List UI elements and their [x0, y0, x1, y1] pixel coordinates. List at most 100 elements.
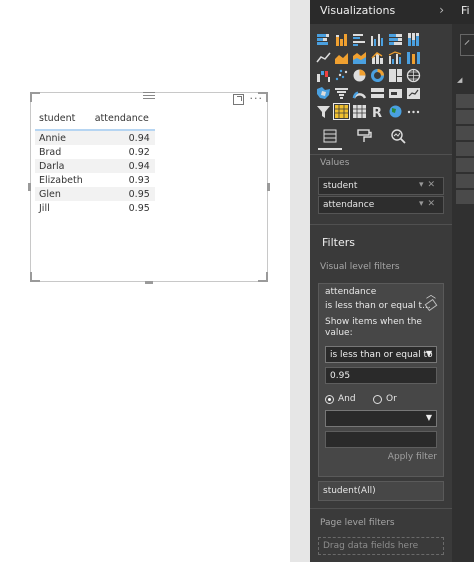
cell-attendance: 0.92: [88, 145, 155, 159]
column-header-student[interactable]: student: [35, 112, 89, 131]
donut-chart-icon[interactable]: [370, 68, 385, 83]
cell-student: Brad: [35, 145, 89, 159]
table-visual[interactable]: ··· student attendance Annie 0.94 Brad 0…: [28, 92, 270, 284]
attendance-filter-card[interactable]: attendance ︿ is less than or equal t... …: [318, 283, 444, 477]
field-chip-controls-icon[interactable]: ▾✕: [419, 199, 439, 209]
visualizations-pane: Visualizations › R Values student ▾✕ att…: [310, 0, 452, 562]
radio-selected-icon: [325, 394, 334, 404]
kpi-icon[interactable]: [406, 86, 421, 101]
table-row: Brad 0.92: [35, 145, 155, 159]
table-row: Darla 0.94: [35, 159, 155, 173]
card-icon[interactable]: [388, 86, 403, 101]
dropdown-arrow-icon: ▼: [425, 413, 432, 422]
drag-grip-icon[interactable]: [143, 92, 155, 99]
fields-tab-icon[interactable]: [318, 128, 342, 150]
table-row: Jill 0.95: [35, 201, 155, 215]
condition-value: 0.95: [330, 371, 351, 381]
or-radio[interactable]: Or: [373, 394, 397, 404]
treemap-icon[interactable]: [388, 68, 403, 83]
condition-operator-dropdown[interactable]: is less than or equal to ▼: [325, 346, 437, 363]
funnel-chart-icon[interactable]: [334, 86, 349, 101]
field-list-item[interactable]: [456, 190, 474, 204]
and-radio[interactable]: And: [325, 394, 356, 404]
pie-chart-icon[interactable]: [352, 68, 367, 83]
table-row: Glen 0.95: [35, 187, 155, 201]
clustered-column-chart-icon[interactable]: [370, 32, 385, 47]
cell-attendance: 0.94: [88, 159, 155, 173]
table-visual-icon[interactable]: [333, 103, 350, 120]
value-well-attendance[interactable]: attendance ▾✕: [318, 196, 444, 214]
filled-map-icon[interactable]: [316, 86, 331, 101]
gallery-row: R: [316, 103, 448, 121]
fields-pane-title: Fi: [461, 4, 470, 17]
fields-pane: Fi ◢: [452, 0, 474, 562]
gallery-row: [316, 68, 448, 83]
page-level-filters-label: Page level filters: [320, 518, 395, 528]
value-well-student[interactable]: student ▾✕: [318, 177, 444, 195]
resize-handle-top-left[interactable]: [30, 92, 40, 102]
area-chart-icon[interactable]: [334, 50, 349, 65]
cell-student: Annie: [35, 130, 89, 145]
hundred-percent-stacked-bar-icon[interactable]: [388, 32, 403, 47]
slicer-icon[interactable]: [316, 104, 331, 119]
multi-row-card-icon[interactable]: [370, 86, 385, 101]
column-header-attendance[interactable]: attendance: [88, 112, 155, 131]
r-script-visual-icon[interactable]: R: [370, 104, 385, 121]
focus-mode-icon[interactable]: [232, 94, 244, 105]
field-list-item[interactable]: [456, 158, 474, 172]
globe-icon[interactable]: [388, 104, 403, 119]
field-list-item[interactable]: [456, 142, 474, 156]
cell-attendance: 0.95: [88, 201, 155, 215]
resize-handle-bottom[interactable]: [145, 281, 153, 284]
line-chart-icon[interactable]: [316, 50, 331, 65]
field-chip-label: attendance: [323, 200, 375, 210]
field-list-item[interactable]: [456, 94, 474, 108]
hundred-percent-stacked-column-icon[interactable]: [406, 32, 421, 47]
more-visuals-icon[interactable]: [406, 104, 421, 119]
show-items-label-line2: value:: [325, 328, 353, 338]
field-list-item[interactable]: [456, 126, 474, 140]
resize-handle-bottom-right[interactable]: [258, 272, 268, 282]
line-and-clustered-column-icon[interactable]: [388, 50, 403, 65]
field-list-item[interactable]: [456, 110, 474, 124]
fields-search-icon[interactable]: [460, 34, 474, 56]
scatter-chart-icon[interactable]: [334, 68, 349, 83]
clustered-bar-chart-icon[interactable]: [352, 32, 367, 47]
resize-handle-right[interactable]: [267, 183, 270, 191]
resize-handle-bottom-left[interactable]: [30, 272, 40, 282]
radio-unselected-icon: [373, 394, 382, 404]
page-filter-drop-zone[interactable]: Drag data fields here: [318, 537, 444, 555]
second-value-input[interactable]: [325, 431, 437, 448]
more-options-icon[interactable]: ···: [250, 93, 264, 104]
or-label: Or: [386, 394, 397, 404]
cell-attendance: 0.94: [88, 130, 155, 145]
dropdown-arrow-icon: ▼: [425, 349, 432, 358]
apply-filter-button[interactable]: Apply filter: [388, 452, 437, 462]
matrix-icon[interactable]: [352, 104, 367, 119]
collapse-chevron-icon[interactable]: ›: [439, 3, 444, 17]
cell-attendance: 0.93: [88, 173, 155, 187]
field-chip-controls-icon[interactable]: ▾✕: [419, 180, 439, 190]
map-icon[interactable]: [406, 68, 421, 83]
analytics-magnifier-icon[interactable]: [390, 128, 406, 144]
gauge-icon[interactable]: [352, 86, 367, 101]
stacked-column-chart-icon[interactable]: [334, 32, 349, 47]
cell-student: Jill: [35, 201, 89, 215]
resize-handle-left[interactable]: [28, 183, 31, 191]
field-list-item[interactable]: [456, 174, 474, 188]
waterfall-chart-icon[interactable]: [316, 68, 331, 83]
divider: [310, 154, 452, 155]
student-filter-card[interactable]: student(All): [318, 481, 444, 501]
condition-value-input[interactable]: 0.95: [325, 367, 437, 384]
expand-triangle-icon[interactable]: ◢: [457, 76, 462, 84]
pane-title: Visualizations: [320, 4, 396, 17]
line-and-stacked-column-icon[interactable]: [370, 50, 385, 65]
second-operator-dropdown[interactable]: ▼: [325, 410, 437, 427]
stacked-area-chart-icon[interactable]: [352, 50, 367, 65]
ribbon-chart-icon[interactable]: [406, 50, 421, 65]
report-canvas[interactable]: ··· student attendance Annie 0.94 Brad 0…: [0, 0, 292, 562]
format-paint-roller-icon[interactable]: [356, 128, 372, 144]
cell-student: Glen: [35, 187, 89, 201]
stacked-bar-chart-icon[interactable]: [316, 32, 331, 47]
gallery-row: [316, 32, 448, 47]
